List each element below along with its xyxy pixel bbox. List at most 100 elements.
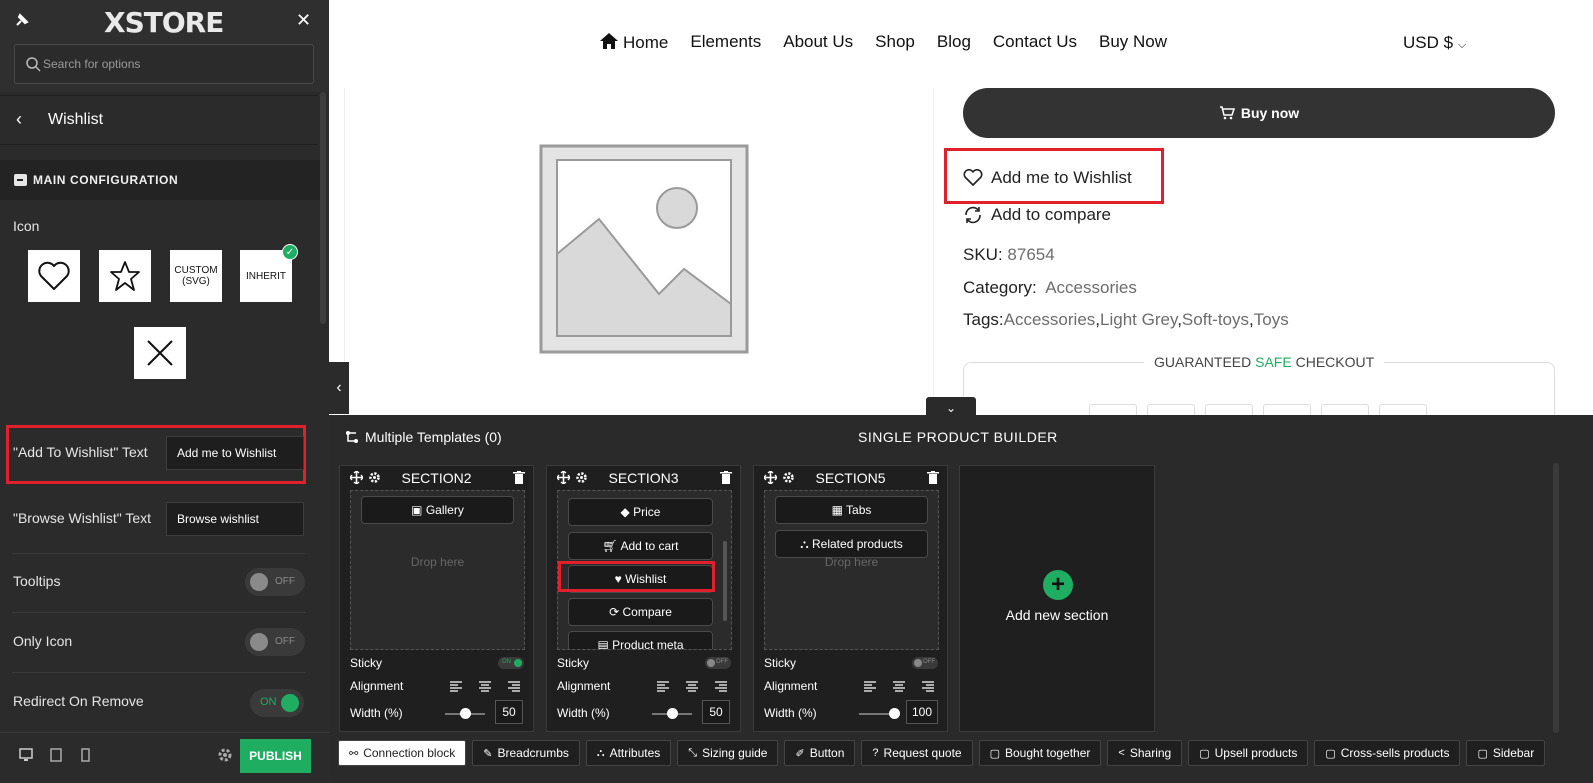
collapse-panel-chevron-icon[interactable]: ‹ (329, 362, 349, 414)
nav-elements[interactable]: Elements (690, 32, 761, 53)
wishlist-link-label: Add me to Wishlist (991, 168, 1132, 187)
align-left-icon[interactable] (864, 681, 876, 692)
align-left-icon[interactable] (450, 681, 462, 692)
width-input[interactable]: 100 (906, 700, 938, 724)
width-input[interactable]: 50 (495, 700, 523, 724)
tab-bought-together[interactable]: ▢ Bought together (978, 740, 1102, 766)
gear-icon[interactable] (217, 747, 233, 763)
add-new-section-label: Add new section (1005, 607, 1109, 623)
sticky-toggle[interactable]: OFF (705, 657, 731, 669)
add-new-section-button[interactable]: + Add new section (959, 465, 1155, 732)
trash-icon[interactable] (513, 471, 525, 484)
align-right-icon[interactable] (922, 681, 934, 692)
nav-shop[interactable]: Shop (875, 32, 915, 53)
tab-sizing-guide[interactable]: ⤡ Sizing guide (677, 740, 779, 766)
multiple-templates-button[interactable]: Multiple Templates (0) (345, 429, 502, 445)
nav-home[interactable]: Home (599, 32, 668, 53)
block-tabs[interactable]: ▦ Tabs (775, 496, 928, 524)
buy-now-button[interactable]: Buy now (963, 88, 1555, 138)
drop-here-label: Drop here (410, 555, 465, 569)
tab-label: Sidebar (1492, 746, 1535, 760)
tag-link[interactable]: Accessories (1004, 310, 1096, 329)
nav-about-us[interactable]: About Us (783, 32, 853, 53)
tab-sidebar[interactable]: ▢ Sidebar (1466, 740, 1546, 766)
block-compare[interactable]: ⟳ Compare (568, 598, 713, 626)
mobile-icon[interactable] (78, 747, 92, 763)
only-icon-toggle[interactable]: OFF (245, 628, 305, 656)
category-link[interactable]: Accessories (1045, 278, 1137, 297)
divider (12, 553, 305, 554)
width-input[interactable]: 50 (702, 700, 730, 724)
icon-option-heart[interactable] (28, 250, 80, 302)
back-chevron-icon[interactable]: ‹ (16, 109, 22, 130)
close-icon[interactable]: ✕ (296, 10, 311, 31)
nav-blog[interactable]: Blog (937, 32, 971, 53)
add-to-wishlist-field[interactable]: Add me to Wishlist (166, 436, 304, 470)
tab-attributes[interactable]: ⛬ Attributes (585, 740, 672, 766)
tab-connection-block[interactable]: ⚯ Connection block (338, 740, 467, 766)
currency-switcher[interactable]: USD $ ⌵ (1403, 33, 1466, 53)
sticky-toggle[interactable]: ON (498, 657, 524, 669)
tab-upsell-products[interactable]: ▢ Upsell products (1188, 740, 1309, 766)
tag-link[interactable]: Light Grey (1100, 310, 1177, 329)
tab-label: Upsell products (1214, 746, 1298, 760)
trash-icon[interactable] (720, 471, 732, 484)
block-add-to-cart[interactable]: 🛒︎ Add to cart (568, 532, 713, 560)
tag-link[interactable]: Soft-toys (1182, 310, 1249, 329)
align-center-icon[interactable] (686, 681, 698, 692)
search-input[interactable] (43, 53, 303, 75)
align-center-icon[interactable] (479, 681, 491, 692)
panel-scrollbar[interactable] (320, 92, 326, 324)
tab-request-quote[interactable]: ? Request quote (861, 740, 973, 766)
add-to-wishlist-link[interactable]: Add me to Wishlist (963, 168, 1132, 188)
cart-icon (1219, 106, 1235, 120)
sticky-toggle[interactable]: OFF (912, 657, 938, 669)
builder-collapse-chevron-icon[interactable]: ⌄ (926, 397, 976, 419)
align-left-icon[interactable] (657, 681, 669, 692)
tab-cross-sells-products[interactable]: ▢ Cross-sells products (1314, 740, 1461, 766)
only-icon-label: Only Icon (13, 633, 73, 649)
section-name: SECTION3 (608, 470, 679, 486)
tag-link[interactable]: Toys (1254, 310, 1289, 329)
add-to-compare-link[interactable]: Add to compare (963, 205, 1111, 225)
block-product-meta[interactable]: ▤ Product meta (568, 631, 713, 649)
icon-option-none[interactable] (134, 327, 186, 379)
image-placeholder-icon (539, 144, 749, 354)
align-right-icon[interactable] (508, 681, 520, 692)
tabs-icon: ▦ (831, 503, 843, 517)
desktop-icon[interactable] (19, 747, 33, 763)
icon-option-inherit[interactable]: INHERIT ✓ (240, 244, 298, 302)
width-slider[interactable] (445, 708, 485, 719)
block-price[interactable]: ◆ Price (568, 498, 713, 526)
builder-scrollbar[interactable] (1553, 463, 1559, 733)
alignment-label: Alignment (557, 679, 611, 693)
tab-sharing[interactable]: < Sharing (1107, 740, 1183, 766)
redirect-toggle[interactable]: ON (250, 689, 304, 717)
tooltips-toggle[interactable]: OFF (245, 568, 305, 596)
icon-option-star[interactable] (99, 250, 151, 302)
custom-svg-label: CUSTOM (SVG) (174, 265, 218, 287)
nav-buy-now[interactable]: Buy Now (1099, 32, 1167, 53)
tab-button[interactable]: ✐ Button (784, 740, 856, 766)
browse-wishlist-field[interactable]: Browse wishlist (166, 502, 304, 536)
drop-zone[interactable]: ▦ Tabs ⛬ Related products Drop here (764, 490, 939, 650)
panel-header: XSTORE ✕ (0, 0, 329, 92)
caption-pre: GUARANTEED (1154, 354, 1252, 370)
tablet-icon[interactable] (49, 747, 63, 763)
align-center-icon[interactable] (893, 681, 905, 692)
align-right-icon[interactable] (715, 681, 727, 692)
tab-label: Breadcrumbs (497, 746, 569, 760)
trash-icon[interactable] (927, 471, 939, 484)
config-icon (14, 174, 27, 186)
nav-contact-us[interactable]: Contact Us (993, 32, 1077, 53)
section-scrollbar[interactable] (723, 541, 727, 621)
drop-zone[interactable]: ▣ Gallery Drop here (350, 490, 525, 650)
width-slider[interactable] (652, 708, 692, 719)
block-related-products[interactable]: ⛬ Related products (775, 530, 928, 558)
tab-breadcrumbs[interactable]: ✎ Breadcrumbs (472, 740, 580, 766)
width-slider[interactable] (859, 708, 900, 719)
pin-icon[interactable] (14, 12, 30, 28)
icon-option-custom-svg[interactable]: CUSTOM (SVG) (170, 250, 222, 302)
publish-button[interactable]: PUBLISH (240, 739, 311, 773)
block-gallery[interactable]: ▣ Gallery (361, 496, 514, 524)
